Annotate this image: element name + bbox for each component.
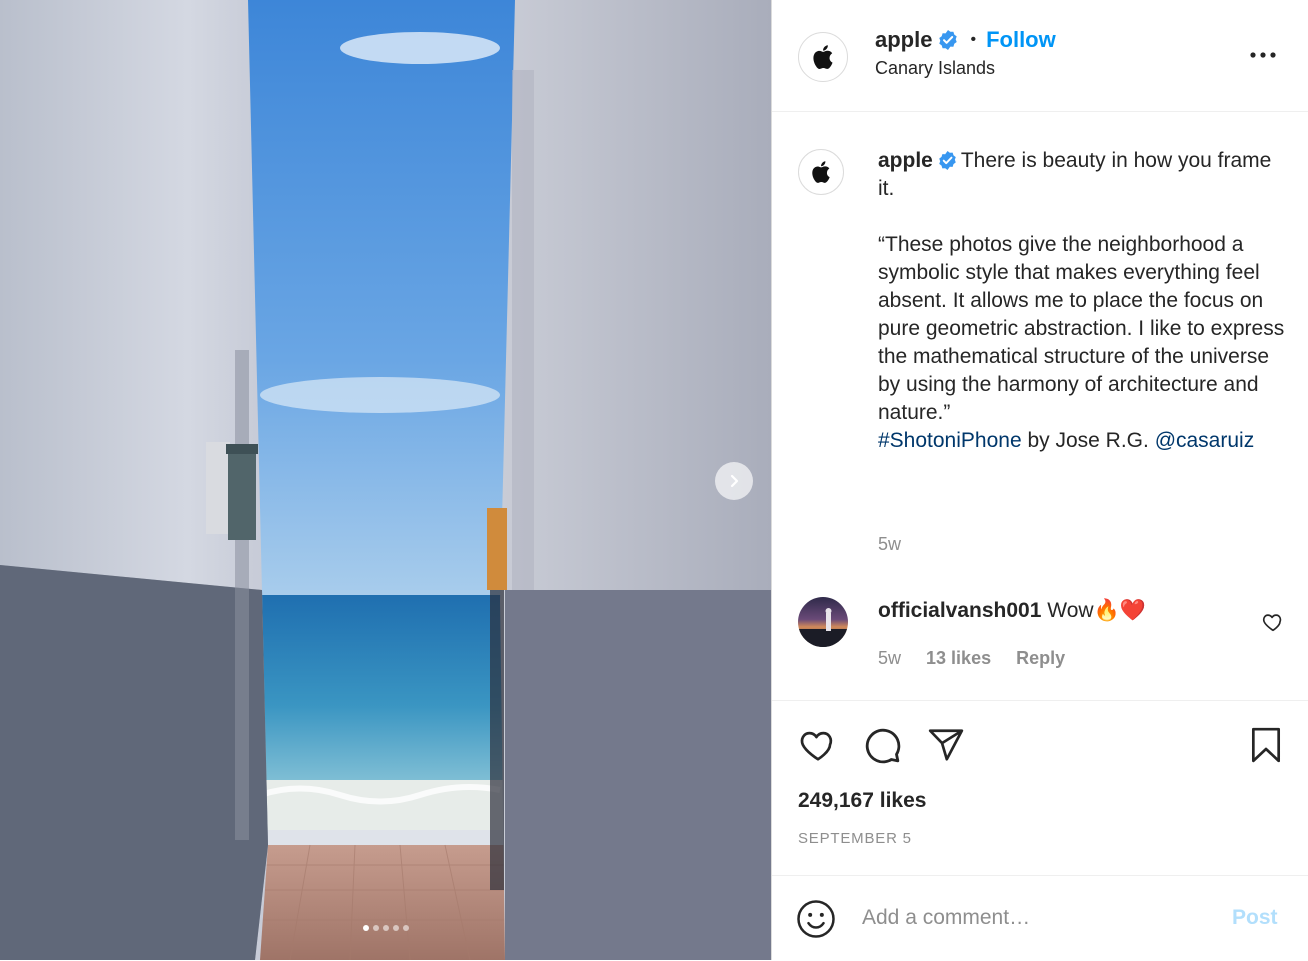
comment-text: Wow🔥❤️ [1047,599,1146,622]
comment-button[interactable] [860,723,904,767]
follow-button[interactable]: Follow [986,27,1056,53]
post-details-panel: apple • Follow Canary Islands apple Ther… [771,0,1308,960]
heart-icon [800,731,833,761]
avatar[interactable] [798,149,844,195]
carousel-indicator [0,925,771,935]
more-horizontal-icon [1250,52,1276,58]
post-actions-section: 249,167 likes SEPTEMBER 5 [772,700,1308,876]
next-slide-button[interactable] [715,462,753,500]
add-comment-bar: Post [772,875,1308,961]
like-button[interactable] [796,723,840,767]
apple-logo-icon [813,45,833,70]
chevron-right-icon [730,474,739,488]
carousel-dot [392,925,399,931]
paper-plane-icon [928,729,964,761]
post-date[interactable]: SEPTEMBER 5 [798,830,912,847]
verified-badge-icon [939,30,958,50]
heart-icon[interactable] [1262,611,1284,633]
likes-count[interactable]: 249,167 likes [798,789,926,813]
carousel-dot [372,925,379,931]
bookmark-icon [1251,727,1281,763]
caption-mention[interactable]: @casaruiz [1155,429,1255,452]
more-options-button[interactable] [1248,40,1278,70]
share-button[interactable] [924,723,968,767]
caption-byline: by Jose R.G. [1021,429,1155,452]
avatar[interactable] [798,597,848,647]
caption-timestamp[interactable]: 5w [878,534,901,555]
post-comment-button[interactable]: Post [1232,906,1278,930]
post-author-username[interactable]: apple [875,27,932,53]
commenter-avatar-image [798,597,848,647]
comment-likes-count[interactable]: 13 likes [926,648,991,668]
apple-logo-icon [812,161,830,183]
carousel-dot [402,925,409,931]
smiley-icon[interactable] [796,899,836,939]
comment-reply-button[interactable]: Reply [1016,648,1065,668]
save-button[interactable] [1244,723,1288,767]
post-header: apple • Follow Canary Islands [772,0,1308,112]
comment-timestamp[interactable]: 5w [878,648,901,668]
caption-hashtag[interactable]: #ShotoniPhone [878,429,1022,452]
comment-input[interactable] [862,899,1202,937]
carousel-dot [362,925,369,931]
avatar[interactable] [798,32,848,82]
comment-username[interactable]: officialvansh001 [878,599,1041,622]
post-image [0,0,771,960]
separator-dot: • [970,31,977,48]
post-caption: apple There is beauty in how you frame i… [878,147,1288,455]
comment-bubble-icon [865,728,901,764]
caption-username[interactable]: apple [878,149,933,172]
post-location[interactable]: Canary Islands [875,58,995,79]
caption-quote: “These photos give the neighborhood a sy… [878,233,1285,424]
post-photo[interactable] [0,0,771,960]
verified-badge-icon [939,151,956,170]
carousel-dot [382,925,389,931]
